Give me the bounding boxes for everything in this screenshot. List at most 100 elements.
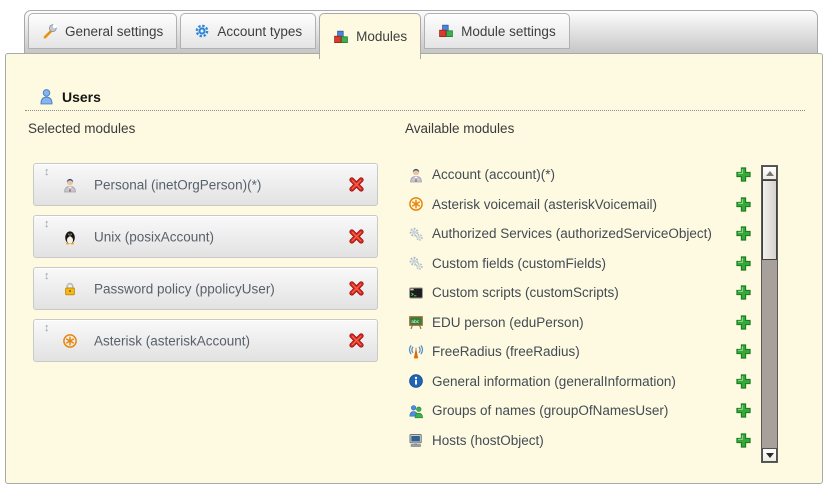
module-label: Groups of names (groupOfNamesUser) xyxy=(432,403,735,418)
available-module-row: Custom scripts (customScripts) xyxy=(408,278,752,308)
users-section-header: Users xyxy=(38,88,101,105)
delete-icon xyxy=(348,228,365,245)
add-module-button[interactable] xyxy=(735,166,752,183)
available-module-row: EDU person (eduPerson) xyxy=(408,308,752,338)
remove-module-button[interactable] xyxy=(348,228,366,246)
tab-bar: General settings Account types Modules M… xyxy=(24,10,818,54)
remove-module-button[interactable] xyxy=(348,176,366,194)
add-module-button[interactable] xyxy=(735,284,752,301)
add-icon xyxy=(735,343,752,360)
add-icon xyxy=(735,402,752,419)
tux-icon xyxy=(62,229,78,245)
drag-handle-icon[interactable]: ↕ xyxy=(44,218,50,230)
selected-modules-list: ↕ Personal (inetOrgPerson)(*) ↕ Unix (po… xyxy=(33,163,378,371)
available-modules-title: Available modules xyxy=(405,121,514,136)
tab-modules[interactable]: Modules xyxy=(319,13,421,59)
host-icon xyxy=(408,432,424,448)
drag-handle-icon[interactable]: ↕ xyxy=(44,270,50,282)
scrollbar-thumb[interactable] xyxy=(762,180,777,260)
delete-icon xyxy=(348,332,365,349)
add-module-button[interactable] xyxy=(735,402,752,419)
available-module-row: Asterisk voicemail (asteriskVoicemail) xyxy=(408,190,752,220)
module-label: EDU person (eduPerson) xyxy=(432,315,735,330)
module-label: Custom scripts (customScripts) xyxy=(432,285,735,300)
tab-label: Module settings xyxy=(461,24,556,39)
lock-icon xyxy=(62,281,78,297)
add-icon xyxy=(735,284,752,301)
lam-configuration-page: General settings Account types Modules M… xyxy=(0,0,827,487)
section-title: Users xyxy=(62,89,101,105)
person-icon xyxy=(408,167,424,183)
module-label: Unix (posixAccount) xyxy=(94,229,214,244)
add-icon xyxy=(735,314,752,331)
add-icon xyxy=(735,373,752,390)
remove-module-button[interactable] xyxy=(348,280,366,298)
add-module-button[interactable] xyxy=(735,343,752,360)
asterisk-icon xyxy=(62,333,78,349)
tab-label: Modules xyxy=(356,29,407,44)
delete-icon xyxy=(348,280,365,297)
available-module-row: FreeRadius (freeRadius) xyxy=(408,337,752,367)
selected-module-row[interactable]: ↕ Personal (inetOrgPerson)(*) xyxy=(33,163,378,206)
available-module-row: Hosts (hostObject) xyxy=(408,426,752,456)
add-icon xyxy=(735,255,752,272)
add-module-button[interactable] xyxy=(735,314,752,331)
scroll-up-button[interactable] xyxy=(762,166,777,180)
triangle-up-icon xyxy=(766,171,774,176)
tab-general-settings[interactable]: General settings xyxy=(28,13,177,49)
add-icon xyxy=(735,196,752,213)
asterisk-icon xyxy=(408,196,424,212)
module-label: Hosts (hostObject) xyxy=(432,433,735,448)
drag-handle-icon[interactable]: ↕ xyxy=(44,322,50,334)
terminal-icon xyxy=(408,285,424,301)
antenna-icon xyxy=(408,344,424,360)
add-module-button[interactable] xyxy=(735,196,752,213)
add-icon xyxy=(735,166,752,183)
delete-icon xyxy=(348,176,365,193)
section-divider xyxy=(25,110,805,111)
available-modules-scrollbar[interactable] xyxy=(761,165,778,463)
module-label: Asterisk (asteriskAccount) xyxy=(94,333,250,348)
modules-icon xyxy=(438,23,454,39)
modules-icon xyxy=(333,29,349,45)
selected-module-row[interactable]: ↕ Unix (posixAccount) xyxy=(33,215,378,258)
chalkboard-icon xyxy=(408,314,424,330)
tab-account-types[interactable]: Account types xyxy=(180,13,316,49)
add-module-button[interactable] xyxy=(735,255,752,272)
available-module-row: Account (account)(*) xyxy=(408,160,752,190)
info-icon xyxy=(408,373,424,389)
module-label: Asterisk voicemail (asteriskVoicemail) xyxy=(432,197,735,212)
add-module-button[interactable] xyxy=(735,432,752,449)
user-icon xyxy=(38,88,55,105)
scroll-down-button[interactable] xyxy=(762,448,777,462)
remove-module-button[interactable] xyxy=(348,332,366,350)
add-icon xyxy=(735,432,752,449)
tab-label: General settings xyxy=(65,24,163,39)
module-label: Password policy (ppolicyUser) xyxy=(94,281,275,296)
module-label: FreeRadius (freeRadius) xyxy=(432,344,735,359)
add-module-button[interactable] xyxy=(735,373,752,390)
available-module-row: Custom fields (customFields) xyxy=(408,249,752,279)
available-module-row: General information (generalInformation) xyxy=(408,367,752,397)
module-label: General information (generalInformation) xyxy=(432,374,735,389)
module-label: Custom fields (customFields) xyxy=(432,256,735,271)
tab-label: Account types xyxy=(217,24,302,39)
available-module-row: Groups of names (groupOfNamesUser) xyxy=(408,396,752,426)
gear-icon xyxy=(194,23,210,39)
triangle-down-icon xyxy=(766,453,774,458)
available-modules-list: Account (account)(*) Asterisk voicemail … xyxy=(408,160,752,455)
wrench-icon xyxy=(42,23,58,39)
group-icon xyxy=(408,403,424,419)
add-icon xyxy=(735,225,752,242)
tab-module-settings[interactable]: Module settings xyxy=(424,13,570,49)
module-label: Account (account)(*) xyxy=(432,167,735,182)
selected-modules-title: Selected modules xyxy=(28,121,135,136)
selected-module-row[interactable]: ↕ Asterisk (asteriskAccount) xyxy=(33,319,378,362)
drag-handle-icon[interactable]: ↕ xyxy=(44,166,50,178)
gears-icon xyxy=(408,255,424,271)
selected-module-row[interactable]: ↕ Password policy (ppolicyUser) xyxy=(33,267,378,310)
module-label: Authorized Services (authorizedServiceOb… xyxy=(432,226,735,241)
module-label: Personal (inetOrgPerson)(*) xyxy=(94,177,261,192)
add-module-button[interactable] xyxy=(735,225,752,242)
person-icon xyxy=(62,177,78,193)
